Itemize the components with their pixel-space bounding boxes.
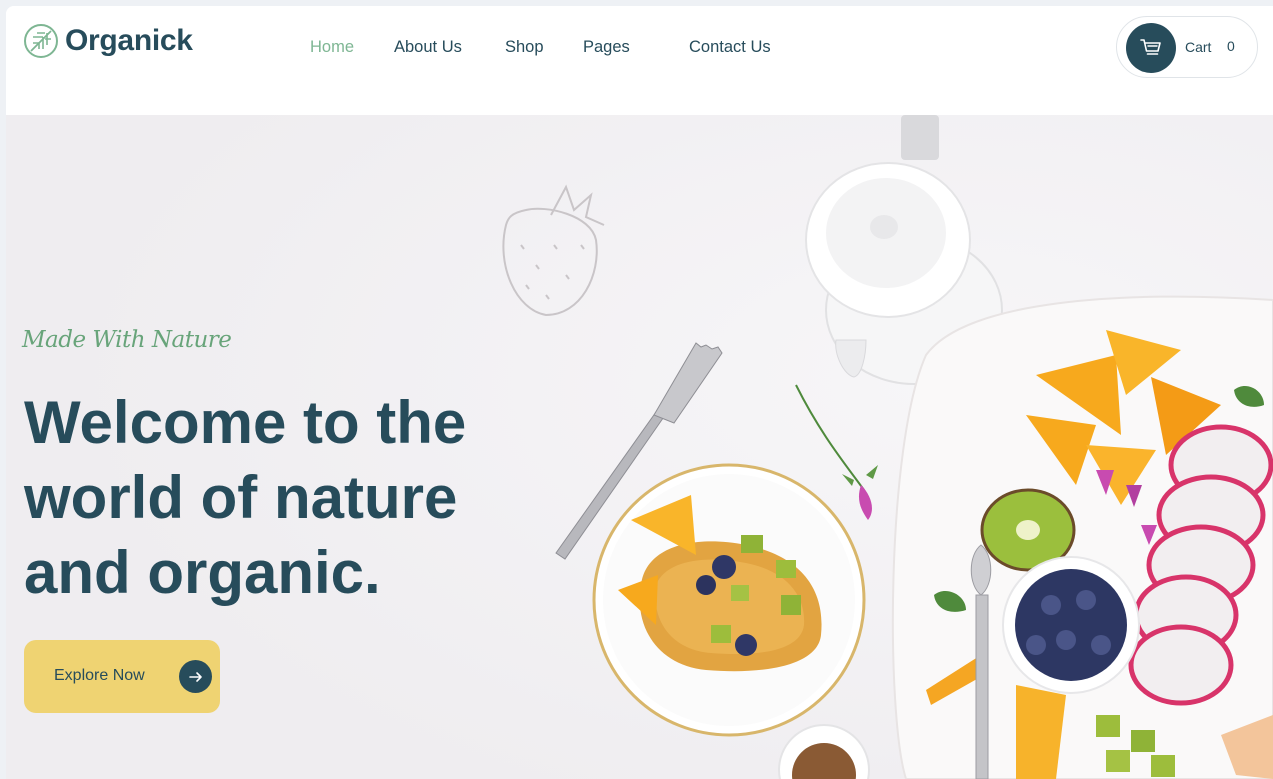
hero-tagline: Made With Nature xyxy=(22,327,232,353)
hero-headline: Welcome to the world of nature and organ… xyxy=(24,389,467,606)
nav-item-contact-us[interactable]: Contact Us xyxy=(689,38,771,57)
fruit-platter xyxy=(891,295,1273,779)
hero-section: Made With Nature Welcome to the world of… xyxy=(6,115,1273,779)
explore-now-button[interactable]: Explore Now xyxy=(24,640,220,713)
cart-icon xyxy=(1140,39,1161,55)
brand-logo[interactable]: Organick xyxy=(23,23,193,59)
site-header: Organick Home About Us Shop Pages Contac… xyxy=(6,6,1273,115)
cart-label: Cart xyxy=(1185,39,1212,55)
leaf-logo-icon xyxy=(24,24,58,58)
nav-item-about-us[interactable]: About Us xyxy=(394,38,462,57)
brand-name: Organick xyxy=(65,24,193,57)
explore-now-label: Explore Now xyxy=(54,667,145,684)
nav-item-pages[interactable]: Pages xyxy=(583,38,630,57)
cart-icon-circle xyxy=(1126,23,1176,73)
page-frame: Organick Home About Us Shop Pages Contac… xyxy=(6,6,1273,779)
cart-button[interactable]: Cart 0 xyxy=(1116,16,1258,78)
cart-count: 0 xyxy=(1227,38,1235,54)
breakfast-plate xyxy=(592,463,866,737)
nav-item-home[interactable]: Home xyxy=(310,38,354,57)
arrow-right-icon xyxy=(179,660,212,693)
nav-item-shop[interactable]: Shop xyxy=(505,38,544,57)
